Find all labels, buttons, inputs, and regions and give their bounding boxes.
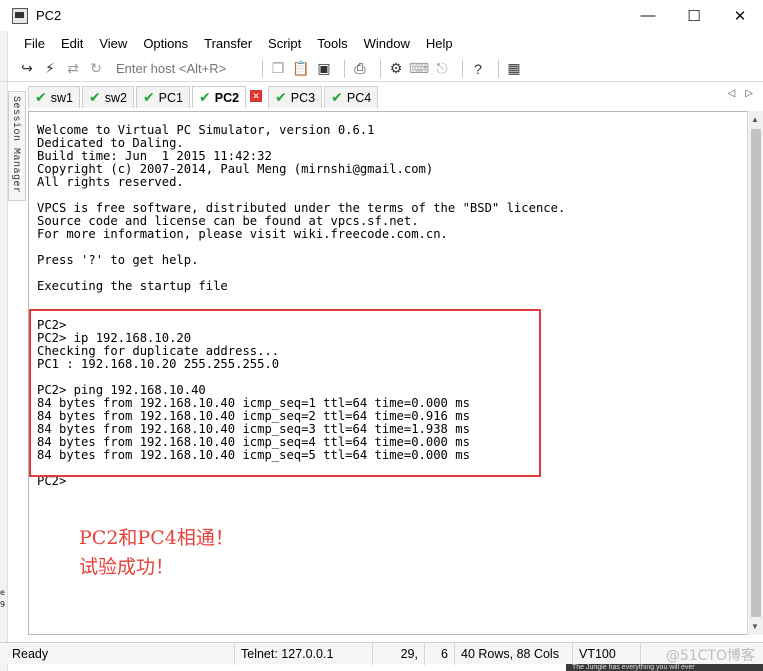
toolbar-separator (380, 59, 381, 78)
menu-window[interactable]: Window (356, 36, 418, 51)
title-bar: PC2 — ☐ ✕ (0, 0, 763, 31)
menu-options[interactable]: Options (135, 36, 196, 51)
status-row: 29, (372, 642, 424, 665)
check-icon: ✔ (88, 89, 101, 105)
scroll-thumb[interactable] (751, 129, 761, 617)
status-size: 40 Rows, 88 Cols (454, 642, 572, 665)
annotation-text: PC2和PC4相通！ 试验成功！ (79, 524, 234, 582)
session-tabs: ✔ sw1 ✔ sw2 ✔ PC1 ✔ PC2 ✕ ✔ PC3 ✔ PC4 ◁ … (28, 84, 763, 108)
quick-connect-icon[interactable]: ⚡ (41, 60, 59, 78)
connect-icon[interactable]: ↪ (18, 60, 36, 78)
left-edge-text: 9 (0, 600, 6, 609)
session-manager-label: Session Manager (10, 96, 21, 194)
menu-help[interactable]: Help (418, 36, 461, 51)
reconnect-icon[interactable]: ⇄ (64, 60, 82, 78)
check-icon: ✔ (199, 89, 211, 105)
left-edge-text: e (0, 588, 5, 597)
toolbar-separator (262, 59, 263, 78)
sftp-icon[interactable]: ⎋ (433, 60, 451, 78)
status-ready: Ready (12, 646, 49, 661)
highlight-box (29, 309, 541, 477)
tab-label: PC4 (346, 90, 372, 105)
watermark: @51CTO博客 (665, 648, 755, 664)
close-tab-icon[interactable]: ✕ (250, 90, 263, 102)
menu-view[interactable]: View (91, 36, 135, 51)
terminal-line: Executing the startup file (37, 279, 228, 293)
annotation-line: PC2和PC4相通！ (79, 527, 234, 549)
check-icon: ✔ (35, 89, 47, 105)
menu-script[interactable]: Script (260, 36, 309, 51)
vertical-scrollbar[interactable]: ▲ ▼ (747, 111, 763, 635)
tab-scroll-left-icon[interactable]: ◁ (728, 88, 736, 99)
terminal-line: For more information, please visit wiki.… (37, 227, 448, 241)
tab-label: PC2 (214, 90, 240, 105)
menu-bar: File Edit View Options Transfer Script T… (0, 31, 763, 55)
maximize-button[interactable]: ☐ (671, 0, 717, 31)
check-icon: ✔ (142, 89, 155, 105)
status-connection: Telnet: 127.0.0.1 (234, 642, 372, 665)
tab-scroll-right-icon[interactable]: ▷ (745, 88, 753, 99)
copy-icon[interactable]: ❐ (269, 60, 287, 78)
terminal-screen[interactable]: Welcome to Virtual PC Simulator, version… (28, 111, 748, 635)
tab-pc3[interactable]: ✔ PC3 (268, 86, 323, 108)
sessions-icon[interactable]: ▦ (505, 60, 523, 78)
menu-edit[interactable]: Edit (53, 36, 91, 51)
toolbar: ↪ ⚡ ⇄ ↻ ❐ 📋 ▣ ⎙ ⚙ ⌨ ⎋ ? ▦ (0, 56, 763, 82)
keymap-icon[interactable]: ⌨ (409, 60, 429, 78)
tab-pc2[interactable]: ✔ PC2 (192, 86, 247, 108)
toolbar-separator (498, 59, 499, 78)
minimize-button[interactable]: — (625, 0, 671, 31)
background-window-strip: The Jungle has everything you will ever (566, 664, 763, 671)
tab-pc1[interactable]: ✔ PC1 (135, 86, 190, 108)
print-icon[interactable]: ⎙ (351, 60, 369, 78)
close-button[interactable]: ✕ (717, 0, 763, 31)
annotation-line: 试验成功！ (79, 556, 175, 578)
tab-pc4[interactable]: ✔ PC4 (324, 86, 379, 108)
help-icon[interactable]: ? (469, 60, 487, 78)
disconnect-icon[interactable]: ↻ (87, 60, 105, 78)
menu-file[interactable]: File (16, 36, 53, 51)
status-emulation: VT100 (572, 642, 640, 665)
settings-icon[interactable]: ⚙ (387, 60, 405, 78)
terminal-line: All rights reserved. (37, 175, 184, 189)
toolbar-separator (462, 59, 463, 78)
session-manager-tab[interactable]: Session Manager (8, 91, 26, 201)
status-bar: Ready Telnet: 127.0.0.1 29, 6 40 Rows, 8… (0, 642, 763, 665)
toolbar-separator (344, 59, 345, 78)
left-window-edge: e 9 (0, 0, 8, 671)
tab-label: PC3 (290, 90, 316, 105)
scroll-down-icon[interactable]: ▼ (751, 622, 759, 631)
app-icon (12, 7, 28, 24)
tab-label: sw1 (50, 90, 73, 105)
tab-sw1[interactable]: ✔ sw1 (28, 86, 80, 108)
window-title: PC2 (36, 8, 62, 23)
paste-icon[interactable]: 📋 (292, 60, 310, 78)
terminal-line: Press '?' to get help. (37, 253, 199, 267)
status-col: 6 (424, 642, 454, 665)
host-input[interactable] (116, 58, 256, 79)
window-controls: — ☐ ✕ (625, 0, 763, 31)
tab-sw2[interactable]: ✔ sw2 (81, 86, 134, 108)
tab-label: PC1 (158, 90, 183, 105)
menu-transfer[interactable]: Transfer (196, 36, 260, 51)
check-icon: ✔ (331, 89, 343, 105)
scroll-up-icon[interactable]: ▲ (751, 115, 759, 124)
find-icon[interactable]: ▣ (315, 60, 333, 78)
menu-tools[interactable]: Tools (309, 36, 355, 51)
check-icon: ✔ (275, 89, 287, 105)
tab-label: sw2 (104, 90, 127, 105)
tab-scroll-arrows: ◁ ▷ (728, 88, 753, 99)
